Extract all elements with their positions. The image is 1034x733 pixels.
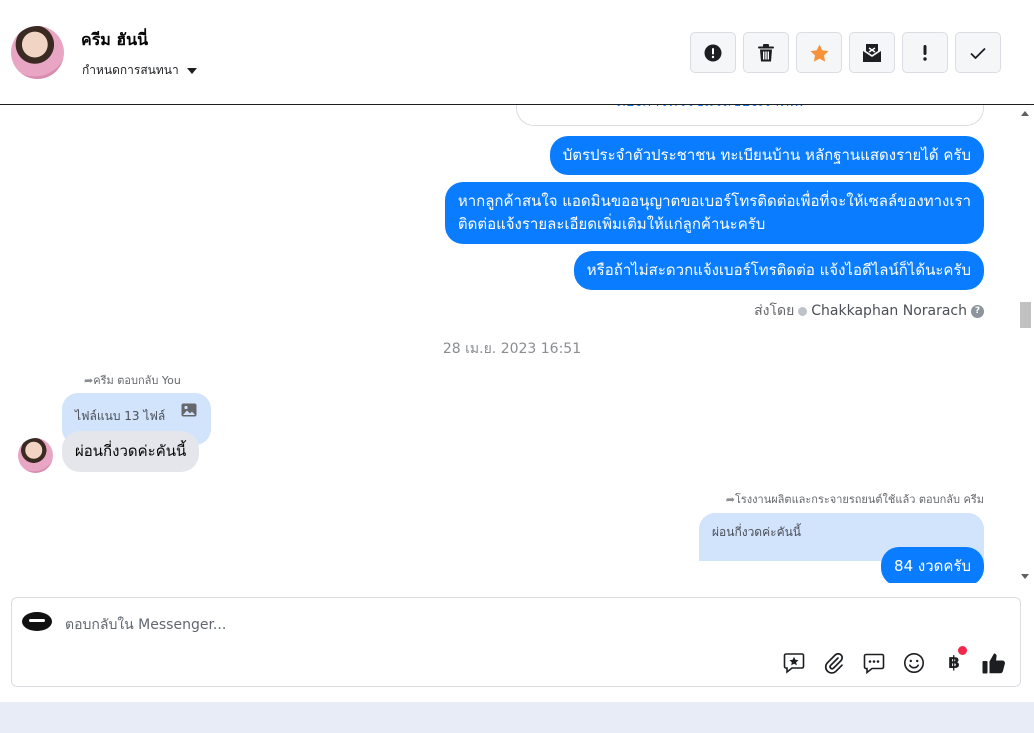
mail-archive-icon — [863, 43, 881, 62]
outgoing-reply-note: ➦โรงงานผลิตและกระจายรถยนต์ใช้แล้ว ตอบกลั… — [726, 490, 984, 508]
baht-payment-icon: ฿ — [948, 653, 960, 673]
sent-by-agent[interactable]: Chakkaphan Norarach — [811, 303, 967, 319]
outgoing-message: หากลูกค้าสนใจ แอดมินขออนุญาตขอเบอร์โทรติ… — [444, 182, 984, 244]
scroll-thumb[interactable] — [1020, 302, 1031, 328]
quick-reply-button[interactable] — [861, 650, 887, 676]
agent-status-icon — [798, 306, 808, 316]
reply-arrow-icon: ➦ — [84, 374, 94, 387]
message-timestamp: 28 เม.ย. 2023 16:51 — [442, 341, 582, 357]
help-icon[interactable]: ? — [971, 304, 984, 318]
exclamation-icon — [923, 44, 927, 61]
like-button[interactable] — [981, 650, 1007, 676]
like-icon — [982, 653, 1005, 674]
sent-by-label: ส่งโดย — [754, 303, 795, 319]
incoming-reply-note-text: ครีม ตอบกลับ You — [93, 374, 181, 387]
star-icon — [810, 44, 828, 62]
caret-down-icon — [186, 67, 197, 74]
link-preview-card[interactable]: ต้องการทัวร์ชมรถของเราค... — [516, 105, 984, 126]
contact-avatar[interactable] — [11, 26, 64, 79]
conversation-settings-label: กำหนดการสนทนา — [82, 63, 179, 77]
trash-icon — [758, 43, 774, 61]
attachment-button[interactable] — [821, 650, 847, 676]
incoming-message: ผ่อนกี่งวดค่ะคันนี้ — [62, 431, 200, 472]
delete-button[interactable] — [743, 32, 789, 73]
contact-name[interactable]: ครีม ฮันนี่ — [81, 28, 148, 53]
reply-input[interactable] — [65, 614, 765, 636]
outgoing-quoted-text: ผ่อนกี่งวดค่ะคันนี้ — [712, 525, 802, 539]
spam-button[interactable] — [690, 32, 736, 73]
incoming-quoted-text: ไฟล์แนบ 13 ไฟล์ — [75, 409, 166, 423]
outgoing-reply-note-text: โรงงานผลิตและกระจายรถยนต์ใช้แล้ว ตอบกลับ… — [734, 493, 984, 506]
check-icon — [970, 47, 986, 59]
notification-dot — [958, 646, 967, 655]
emoji-icon — [904, 653, 924, 673]
attachment-icon — [824, 652, 844, 674]
done-button[interactable] — [955, 32, 1001, 73]
contact-avatar-small[interactable] — [18, 438, 53, 473]
emoji-button[interactable] — [901, 650, 927, 676]
saved-reply-button[interactable] — [781, 650, 807, 676]
outgoing-message: บัตรประจำตัวประชาชน ทะเบียนบ้าน หลักฐานแ… — [549, 136, 984, 175]
incoming-reply-note: ➦ครีม ตอบกลับ You — [84, 371, 181, 389]
payment-button[interactable]: ฿ — [941, 646, 967, 676]
composer-tools: ฿ — [781, 646, 1007, 676]
quick-reply-icon — [863, 653, 885, 674]
reply-arrow-icon: ➦ — [725, 493, 735, 506]
outgoing-message: 84 งวดครับ — [881, 547, 984, 583]
messenger-inbox: ครีม ฮันนี่ กำหนดการสนทนา บัตรประจำตัวปร… — [0, 0, 1034, 733]
saved-reply-icon — [783, 653, 805, 674]
scroll-down-arrow-icon[interactable] — [1021, 574, 1029, 579]
reply-composer: ฿ — [11, 597, 1021, 687]
page-logo — [22, 612, 52, 631]
thread-scrollbar[interactable] — [1017, 105, 1034, 583]
conversation-toolbar — [690, 32, 1001, 73]
alert-circle-icon — [704, 44, 722, 61]
sent-by-line: ส่งโดย Chakkaphan Norarach ? — [754, 300, 984, 322]
conversation-settings-dropdown[interactable]: กำหนดการสนทนา — [82, 61, 197, 80]
image-icon — [181, 403, 197, 417]
archive-button[interactable] — [849, 32, 895, 73]
message-thread[interactable]: ต้องการทัวร์ชมรถของเราค... บัตรประจำตัวป… — [0, 105, 1034, 583]
link-preview-text[interactable]: ต้องการทัวร์ชมรถของเราค... — [616, 105, 804, 113]
outgoing-message: หรือถ้าไม่สะดวกแจ้งเบอร์โทรติดต่อ แจ้งไอ… — [573, 251, 984, 290]
footer-band — [0, 702, 1034, 733]
important-button[interactable] — [902, 32, 948, 73]
conversation-header: ครีม ฮันนี่ กำหนดการสนทนา — [0, 0, 1034, 105]
star-button[interactable] — [796, 32, 842, 73]
scroll-up-arrow-icon[interactable] — [1021, 111, 1029, 116]
